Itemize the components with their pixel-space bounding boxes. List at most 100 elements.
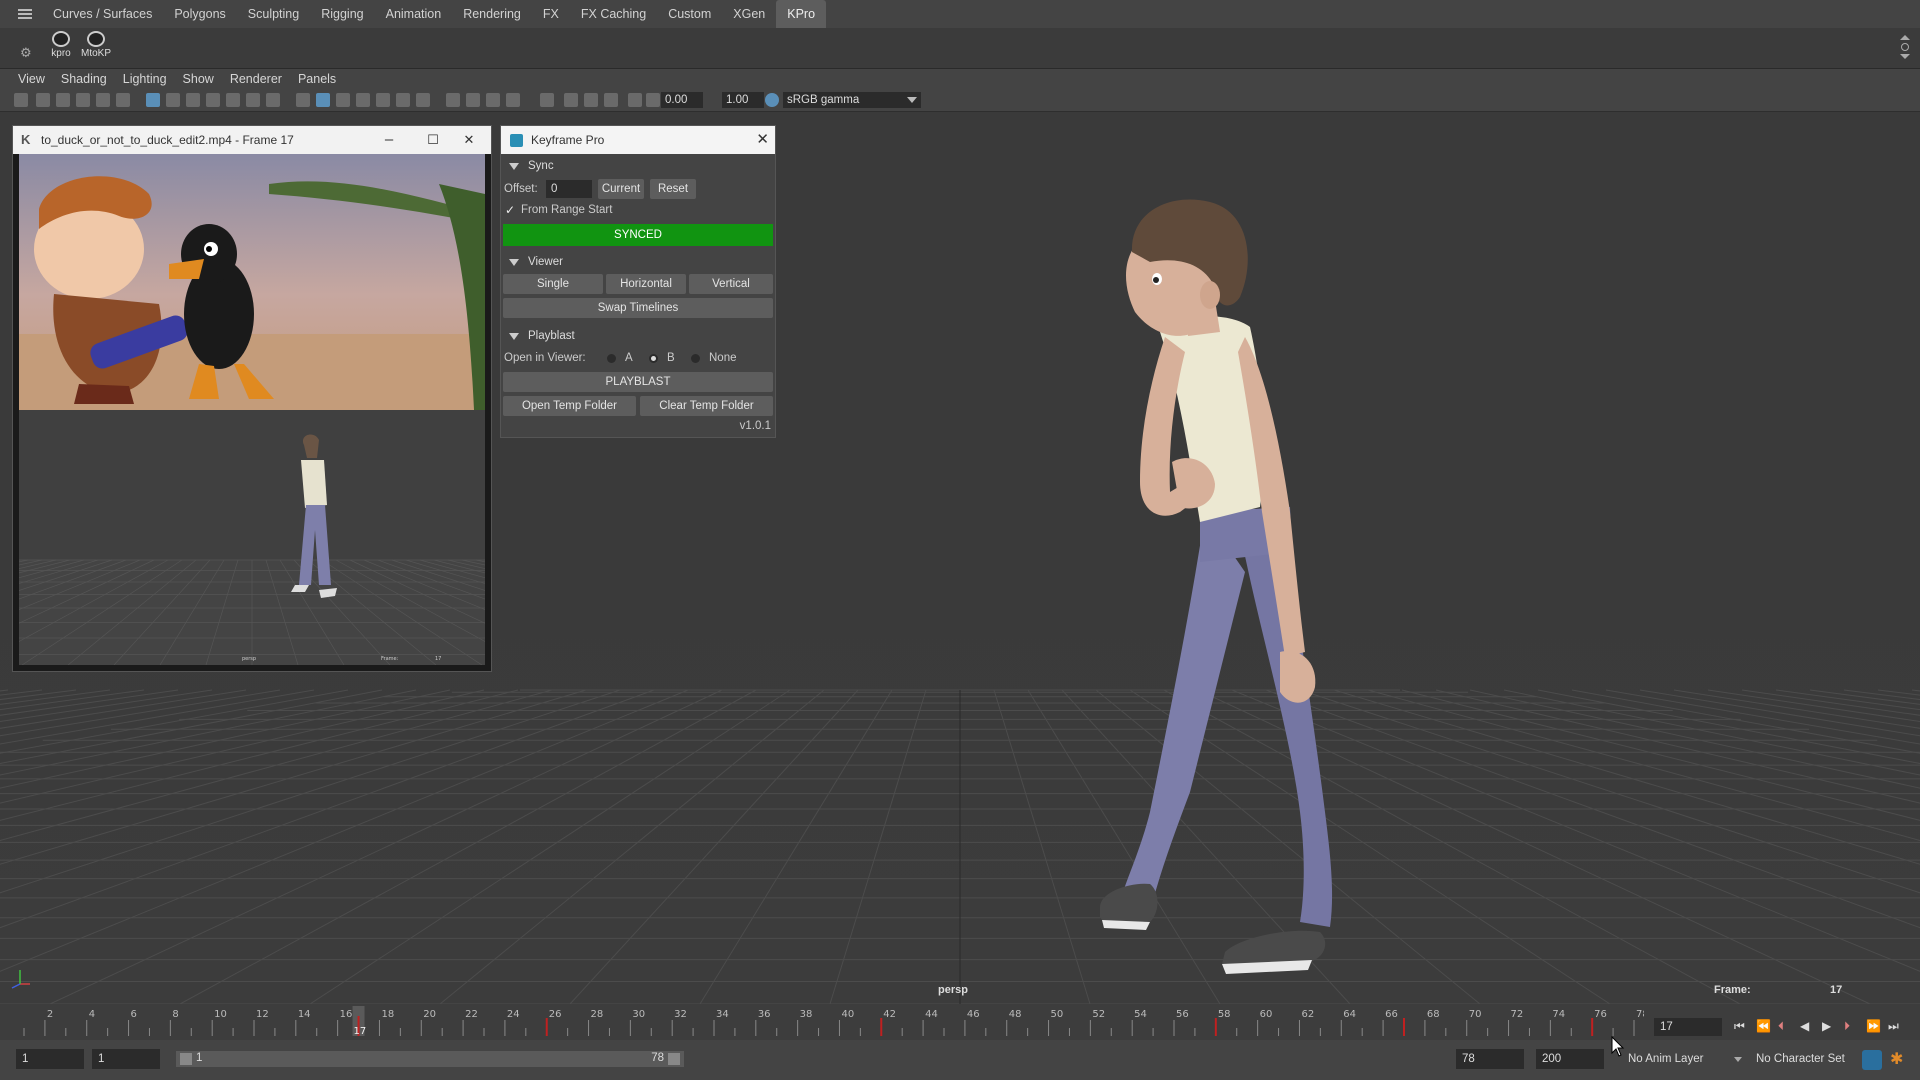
scroll-down-icon[interactable] <box>1900 54 1910 59</box>
playback-start-field[interactable]: 1 <box>92 1049 160 1069</box>
toolbar-tool-icon[interactable] <box>604 93 618 107</box>
shelf-menu-icon[interactable] <box>18 9 32 19</box>
playback-end-field[interactable]: 78 <box>1456 1049 1524 1069</box>
current-button[interactable]: Current <box>598 179 644 199</box>
keyframe-marker[interactable] <box>545 1018 548 1036</box>
animation-end-field[interactable]: 200 <box>1536 1049 1604 1069</box>
play-backwards-icon[interactable]: ◀ <box>1800 1020 1809 1032</box>
vertical-button[interactable]: Vertical <box>689 274 773 294</box>
close-button[interactable]: ✕ <box>447 126 491 154</box>
shelf-tab-xgen[interactable]: XGen <box>722 0 776 28</box>
toolbar-tool-icon[interactable] <box>186 93 200 107</box>
shelf-tab-custom[interactable]: Custom <box>657 0 722 28</box>
animation-preferences-icon[interactable]: ✱ <box>1890 1049 1903 1069</box>
toolbar-tool-icon[interactable] <box>646 93 660 107</box>
radio-none[interactable] <box>691 354 700 363</box>
chevron-down-icon[interactable] <box>1734 1057 1742 1062</box>
toolbar-tool-icon[interactable] <box>466 93 480 107</box>
step-forward-frame-icon[interactable]: ⏩ <box>1866 1020 1881 1032</box>
shelf-tab-polygons[interactable]: Polygons <box>163 0 236 28</box>
offset-input[interactable]: 0 <box>546 180 592 198</box>
toolbar-tool-icon[interactable] <box>316 93 330 107</box>
minimize-button[interactable]: – <box>367 126 411 154</box>
toolbar-tool-icon[interactable] <box>96 93 110 107</box>
keyframe-marker[interactable] <box>880 1018 883 1036</box>
toolbar-tool-icon[interactable] <box>540 93 554 107</box>
shelf-button-kpro[interactable]: kpro <box>44 30 78 66</box>
keyframe-marker[interactable] <box>1214 1018 1217 1036</box>
step-back-frame-icon[interactable]: ⏪ <box>1756 1020 1771 1032</box>
radio-a[interactable] <box>607 354 616 363</box>
toolbar-tool-icon[interactable] <box>564 93 578 107</box>
toolbar-tool-icon[interactable] <box>56 93 70 107</box>
playblast-section-header[interactable]: Playblast <box>501 326 775 346</box>
clear-temp-folder-button[interactable]: Clear Temp Folder <box>640 396 773 416</box>
radio-b[interactable] <box>649 354 658 363</box>
viewport-menu-view[interactable]: View <box>10 69 53 89</box>
shelf-tab-fx-caching[interactable]: FX Caching <box>570 0 657 28</box>
viewport-menu-lighting[interactable]: Lighting <box>115 69 175 89</box>
color-space-dropdown[interactable]: sRGB gamma <box>783 92 921 108</box>
shelf-tab-kpro[interactable]: KPro <box>776 0 827 28</box>
timeline-ruler[interactable]: 172 4 6 8 10 12 14 16 18 20 22 24 26 28 30 32 34 36 38 40 42… <box>14 1006 1644 1036</box>
toolbar-tool-icon[interactable] <box>376 93 390 107</box>
toolbar-tool-icon[interactable] <box>36 93 50 107</box>
horizontal-button[interactable]: Horizontal <box>606 274 686 294</box>
gamma-field[interactable]: 1.00 <box>722 92 764 108</box>
toolbar-tool-icon[interactable] <box>246 93 260 107</box>
open-temp-folder-button[interactable]: Open Temp Folder <box>503 396 636 416</box>
viewport-menu-show[interactable]: Show <box>175 69 222 89</box>
toolbar-tool-icon[interactable] <box>356 93 370 107</box>
toolbar-tool-icon[interactable] <box>226 93 240 107</box>
shelf-tab-fx[interactable]: FX <box>532 0 570 28</box>
go-to-end-icon[interactable]: ⏭ <box>1888 1020 1899 1032</box>
toolbar-tool-icon[interactable] <box>206 93 220 107</box>
scroll-menu-icon[interactable] <box>1901 43 1909 51</box>
close-icon[interactable]: ✕ <box>756 126 769 154</box>
viewport-menu-panels[interactable]: Panels <box>290 69 344 89</box>
shelf-button-mtokp[interactable]: MtoKP <box>79 30 113 66</box>
keyframe-pro-titlebar[interactable]: Keyframe Pro ✕ <box>501 126 775 154</box>
keyframe-marker[interactable] <box>1403 1018 1405 1036</box>
shelf-tab-curves-surfaces[interactable]: Curves / Surfaces <box>42 0 163 28</box>
animation-start-field[interactable]: 1 <box>16 1049 84 1069</box>
play-forwards-icon[interactable]: ▶ <box>1822 1020 1831 1032</box>
exposure-field[interactable]: 0.00 <box>661 92 703 108</box>
video-viewer-window[interactable]: K to_duck_or_not_to_duck_edit2.mp4 - Fra… <box>12 125 492 672</box>
shelf-tab-rigging[interactable]: Rigging <box>310 0 374 28</box>
playblast-button[interactable]: PLAYBLAST <box>503 372 773 392</box>
anim-layer-dropdown[interactable]: No Anim Layer <box>1628 1049 1703 1069</box>
toolbar-tool-icon[interactable] <box>506 93 520 107</box>
toolbar-tool-icon[interactable] <box>14 93 28 107</box>
toolbar-tool-icon[interactable] <box>446 93 460 107</box>
shelf-scroll[interactable] <box>1900 32 1910 66</box>
swap-timelines-button[interactable]: Swap Timelines <box>503 298 773 318</box>
color-management-icon[interactable] <box>765 93 779 107</box>
single-button[interactable]: Single <box>503 274 603 294</box>
step-back-key-icon[interactable]: ⏴ <box>1778 1020 1784 1032</box>
video-window-titlebar[interactable]: K to_duck_or_not_to_duck_edit2.mp4 - Fra… <box>13 126 491 154</box>
step-forward-key-icon[interactable]: ⏵ <box>1844 1020 1850 1032</box>
sync-section-header[interactable]: Sync <box>501 156 775 176</box>
range-slider[interactable]: 1 78 <box>176 1051 684 1067</box>
toolbar-tool-icon[interactable] <box>296 93 310 107</box>
toolbar-tool-icon[interactable] <box>116 93 130 107</box>
toolbar-tool-icon[interactable] <box>486 93 500 107</box>
toolbar-tool-icon[interactable] <box>76 93 90 107</box>
shelf-tab-sculpting[interactable]: Sculpting <box>237 0 310 28</box>
toolbar-tool-icon[interactable] <box>628 93 642 107</box>
character-set-dropdown[interactable]: No Character Set <box>1756 1049 1845 1069</box>
toolbar-tool-icon[interactable] <box>336 93 350 107</box>
viewport-menu-renderer[interactable]: Renderer <box>222 69 290 89</box>
current-frame-field[interactable]: 17 <box>1654 1018 1722 1036</box>
shelf-tab-rendering[interactable]: Rendering <box>452 0 532 28</box>
keyframe-pro-panel[interactable]: Keyframe Pro ✕ Sync Offset: 0 Current Re… <box>500 125 776 438</box>
range-start-handle[interactable] <box>180 1053 192 1065</box>
video-frame[interactable]: persp Frame: 17 <box>19 154 485 665</box>
toolbar-tool-icon[interactable] <box>266 93 280 107</box>
toolbar-tool-icon[interactable] <box>416 93 430 107</box>
viewport-menu-shading[interactable]: Shading <box>53 69 115 89</box>
reset-button[interactable]: Reset <box>650 179 696 199</box>
shelf-gear-icon[interactable]: ⚙ <box>20 45 32 61</box>
toolbar-tool-icon[interactable] <box>396 93 410 107</box>
